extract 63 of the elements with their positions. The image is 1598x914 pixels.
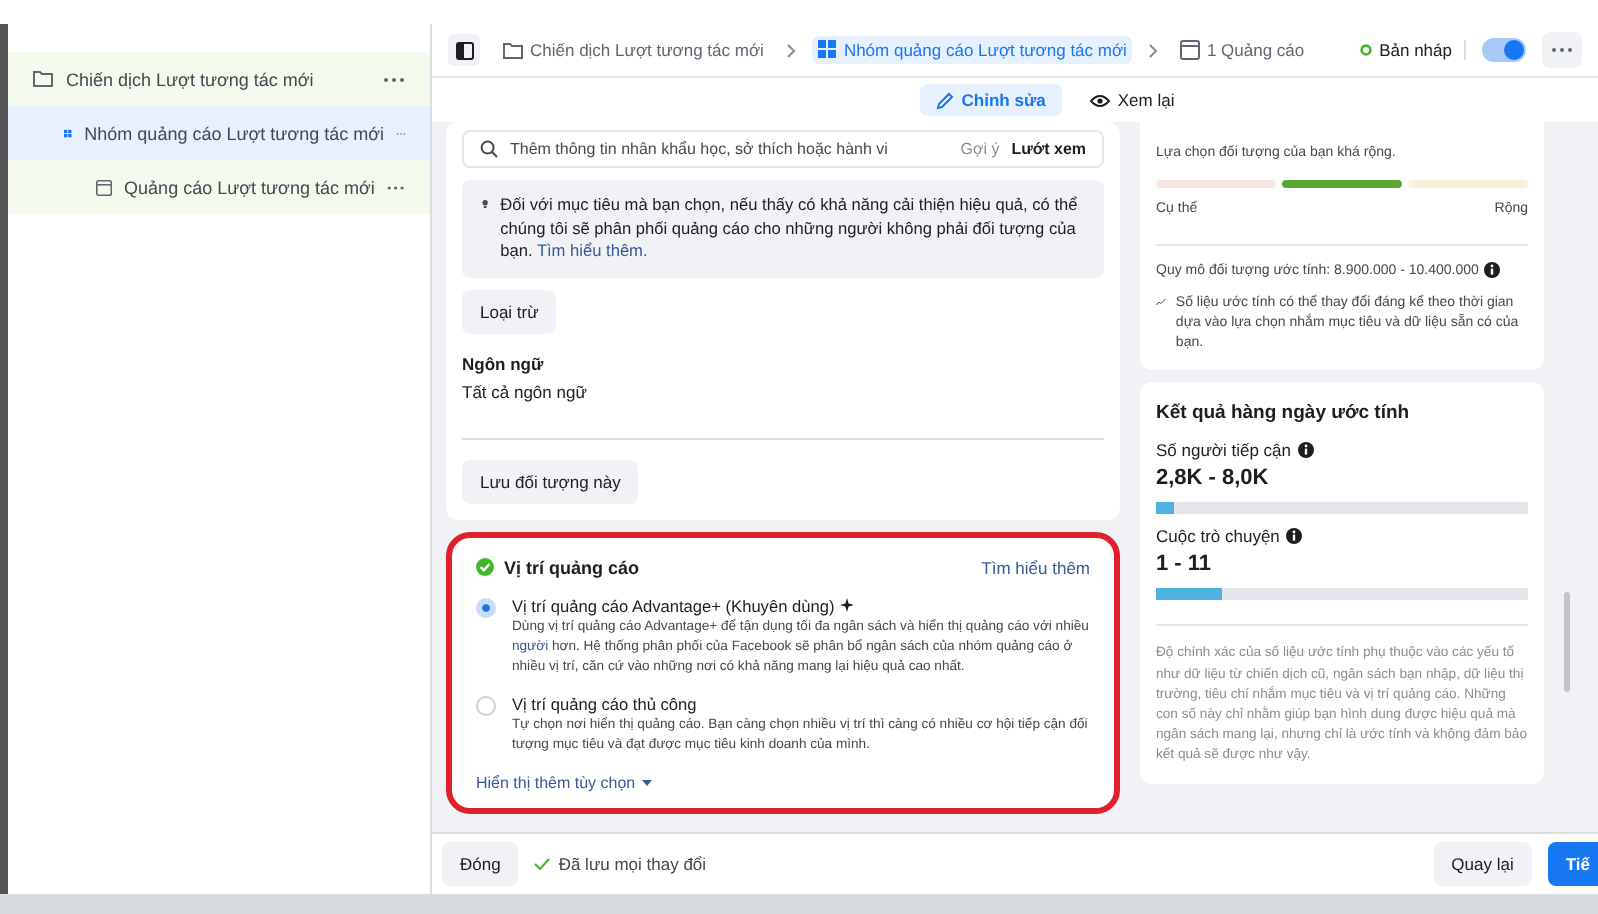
notice-text: Đối với mục tiêu mà bạn chọn, nếu thấy có khả năng cải thiện hiệu quả, có thể chúng tôi sẽ phân phối quảng cáo cho những người không phải đối tượng của bạn. Tìm hiểu thêm. [500, 194, 1080, 264]
toggle-switch[interactable] [1482, 38, 1526, 62]
metric-label: Cuộc trò chuyện [1156, 526, 1280, 547]
sidebar-item-label: Chiến dịch Lượt tương tác mới [66, 69, 316, 89]
folder-icon [502, 41, 524, 59]
sidebar-item[interactable]: Chiến dịch Lượt tương tác mới [8, 52, 430, 106]
sidebar-toggle-button[interactable] [448, 34, 480, 66]
grid-icon [817, 40, 838, 60]
more-icon [386, 183, 406, 191]
radio-button[interactable] [476, 597, 496, 618]
info-icon [1285, 528, 1302, 545]
learn-more-link[interactable]: Tìm hiểu thêm [981, 557, 1090, 578]
radio-button[interactable] [476, 696, 496, 717]
tab[interactable]: Chỉnh sửa [919, 84, 1062, 116]
more-icon [382, 75, 406, 83]
tab[interactable]: Xem lại [1073, 84, 1191, 116]
close-button[interactable]: Đóng [442, 842, 519, 886]
language-value: Tất cả ngôn ngữ [462, 381, 589, 402]
audience-search-field[interactable]: Thêm thông tin nhân khẩu học, sở thích hoặc hành vi Gợi ý Lướt xem [462, 130, 1104, 168]
back-button[interactable]: Quay lại [1433, 842, 1532, 886]
save-audience-button[interactable]: Lưu đối tượng này [462, 459, 639, 504]
info-icon [1484, 262, 1501, 278]
chevron-right-icon [785, 43, 796, 57]
breadcrumb-item[interactable]: Chiến dịch Lượt tương tác mới [496, 36, 770, 64]
lightbulb-icon [482, 194, 489, 214]
learn-more-link[interactable]: Tìm hiểu thêm. [536, 240, 648, 261]
more-button[interactable] [1542, 32, 1582, 68]
breadcrumb-item[interactable]: 1 Quảng cáo [1174, 36, 1311, 64]
checkmark-icon [534, 858, 551, 870]
saved-status: Đã lưu mọi thay đổi [558, 854, 707, 874]
breadcrumb-item[interactable]: Nhóm quảng cáo Lượt tương tác mới [811, 36, 1133, 64]
exclude-button[interactable]: Loại trừ [462, 289, 557, 334]
status-dot-icon [1359, 44, 1372, 56]
metric-label: Số người tiếp cận [1156, 440, 1291, 461]
status-label: Bản nháp [1379, 40, 1452, 60]
language-label: Ngôn ngữ [462, 353, 546, 374]
browse-button[interactable]: Lướt xem [1011, 140, 1086, 158]
search-icon [480, 140, 498, 158]
folder-icon [32, 70, 54, 88]
ad-frame-icon [96, 177, 113, 197]
sparkle-icon [840, 598, 855, 613]
ad-frame-icon [1180, 40, 1201, 60]
metric-value: 2,8K - 8,0K [1156, 466, 1271, 491]
info-icon [1297, 442, 1313, 459]
pencil-icon [935, 91, 954, 109]
sidebar-item[interactable]: Nhóm quảng cáo Lượt tương tác mới [8, 106, 430, 160]
placement-title: Vị trí quảng cáo [504, 557, 640, 578]
panel-icon [455, 41, 473, 59]
eye-icon [1089, 93, 1110, 107]
sidebar-item-label: Quảng cáo Lượt tương tác mới [124, 177, 375, 197]
option-title: Vị trí quảng cáo thủ công [512, 694, 697, 715]
suggestion-label: Gợi ý [960, 140, 1000, 158]
metric-value: 1 - 11 [1156, 552, 1214, 577]
next-button[interactable]: Tiế [1547, 842, 1598, 886]
show-more-options-link[interactable]: Hiển thị thêm tùy chọn [476, 774, 652, 793]
option-title: Vị trí quảng cáo Advantage+ (Khuyên dùng) [512, 595, 835, 616]
sidebar-item[interactable]: Quảng cáo Lượt tương tác mới [8, 160, 430, 214]
sidebar-item-label: Nhóm quảng cáo Lượt tương tác mới [84, 123, 384, 143]
more-icon [1550, 46, 1574, 54]
daily-results-title: Kết quả hàng ngày ước tính [1156, 402, 1412, 425]
chevron-right-icon [1148, 43, 1159, 57]
trend-line-icon [1156, 294, 1166, 310]
caret-down-icon [641, 780, 652, 787]
